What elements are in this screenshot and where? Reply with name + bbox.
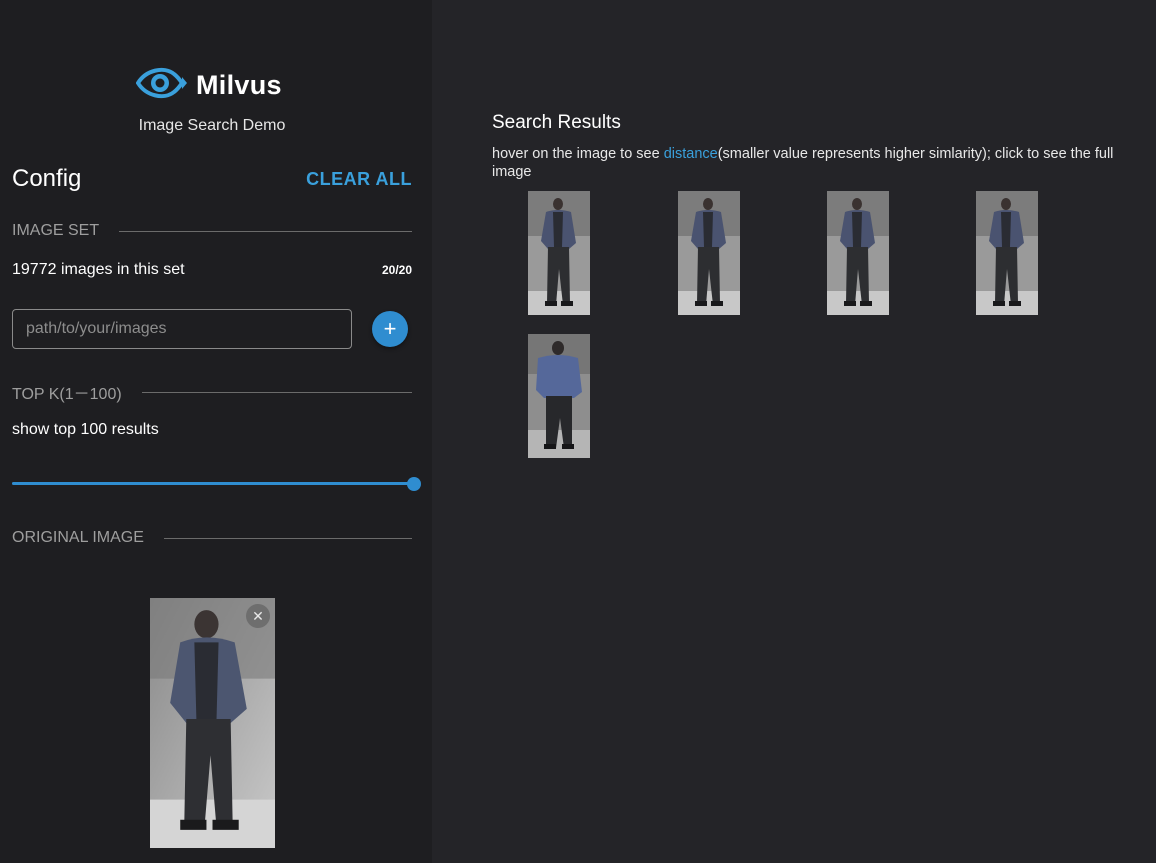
- top-k-section-header: TOP K(1－100): [12, 380, 412, 404]
- slider-fill: [12, 482, 414, 485]
- image-set-count: 20/20: [381, 263, 412, 277]
- app-subtitle: Image Search Demo: [138, 117, 286, 134]
- remove-image-button[interactable]: ✕: [246, 604, 270, 628]
- eye-logo-icon: [135, 64, 188, 107]
- results-hint: hover on the image to see distance(small…: [492, 145, 1122, 181]
- add-path-button[interactable]: +: [372, 311, 408, 347]
- distance-link[interactable]: distance: [664, 146, 718, 162]
- pedestrian-photo: [528, 334, 590, 458]
- config-title: Config: [12, 165, 82, 192]
- results-title: Search Results: [492, 112, 621, 133]
- plus-icon: +: [383, 316, 397, 341]
- top-k-label: TOP K(1－100): [12, 386, 122, 403]
- section-divider: [163, 537, 412, 539]
- milvus-logo: Milvus: [135, 64, 282, 107]
- result-thumbnail[interactable]: [976, 191, 1038, 315]
- path-input[interactable]: [13, 310, 351, 348]
- result-thumbnail[interactable]: [678, 191, 740, 315]
- pedestrian-photo: [827, 191, 889, 315]
- image-set-section-header: IMAGE SET: [12, 222, 412, 240]
- pedestrian-photo: [528, 191, 590, 315]
- slider-thumb[interactable]: [407, 477, 421, 491]
- result-thumbnail[interactable]: [528, 191, 590, 315]
- section-divider: [141, 391, 412, 393]
- result-thumbnail[interactable]: [528, 334, 590, 458]
- close-icon: ✕: [252, 607, 264, 624]
- image-set-label: IMAGE SET: [12, 222, 100, 239]
- clear-all-button[interactable]: CLEAR ALL: [306, 169, 412, 190]
- original-image: [150, 598, 275, 848]
- section-divider: [119, 230, 412, 232]
- hint-text: hover on the image to see: [492, 146, 664, 162]
- pedestrian-photo: [150, 598, 275, 848]
- result-thumbnail[interactable]: [827, 191, 889, 315]
- original-image-label: ORIGINAL IMAGE: [12, 529, 144, 546]
- top-k-slider[interactable]: [12, 476, 421, 494]
- config-sidebar: Milvus Image Search Demo Config CLEAR AL…: [0, 0, 432, 863]
- path-input-field[interactable]: [12, 309, 352, 349]
- results-panel: Search Results hover on the image to see…: [432, 0, 1156, 863]
- image-set-info: 19772 images in this set: [12, 261, 185, 278]
- pedestrian-photo: [678, 191, 740, 315]
- top-k-info: show top 100 results: [12, 421, 159, 438]
- brand-name: Milvus: [196, 69, 282, 100]
- pedestrian-photo: [976, 191, 1038, 315]
- original-image-section-header: ORIGINAL IMAGE: [12, 529, 412, 547]
